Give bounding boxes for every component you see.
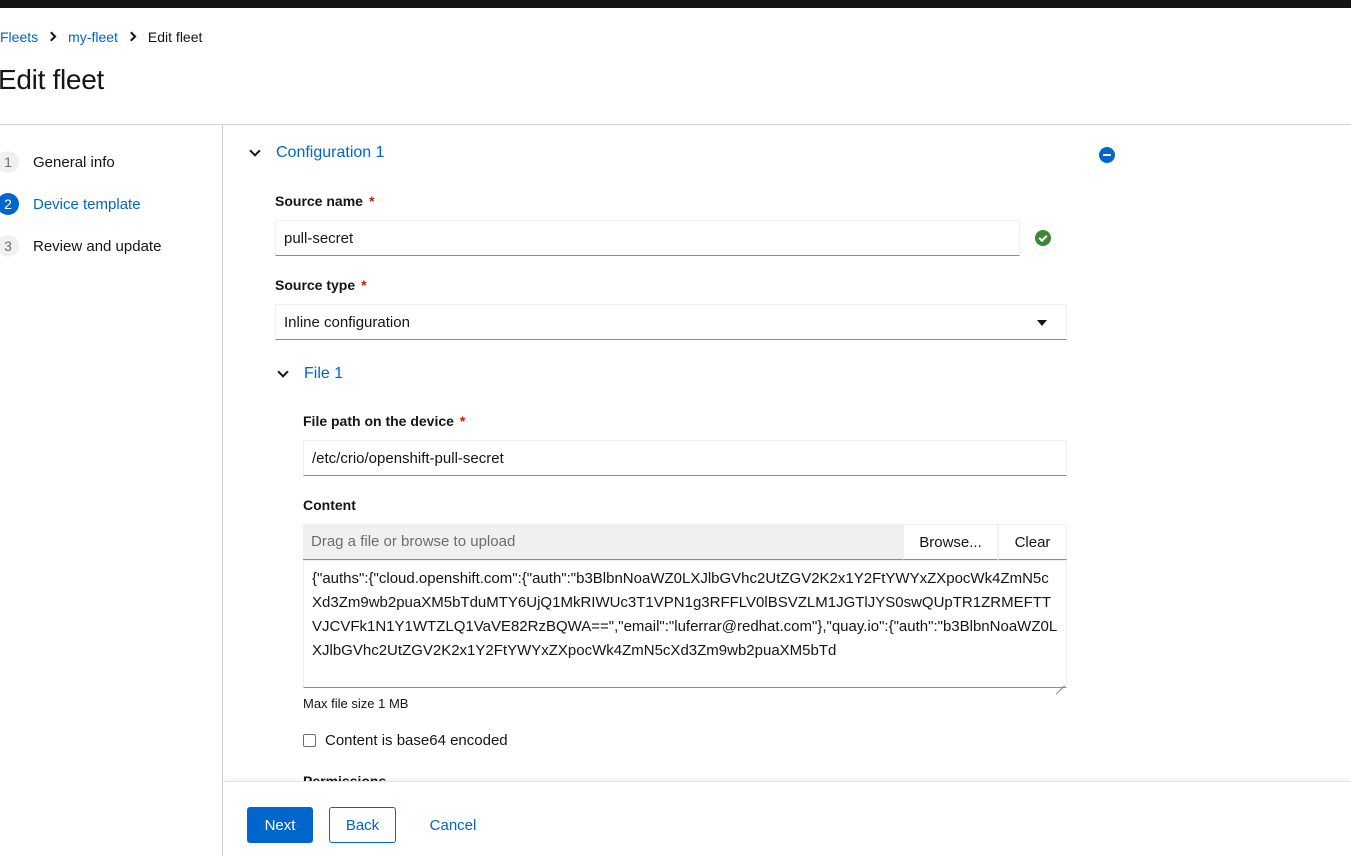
base64-checkbox-label[interactable]: Content is base64 encoded bbox=[325, 732, 508, 749]
browse-button[interactable]: Browse... bbox=[903, 524, 998, 560]
breadcrumb-link-fleets[interactable]: Fleets bbox=[0, 29, 38, 45]
breadcrumb-current: Edit fleet bbox=[147, 29, 203, 45]
source-type-value: Inline configuration bbox=[284, 313, 410, 331]
resize-handle-icon[interactable] bbox=[1055, 676, 1065, 686]
wizard-footer: Next Back Cancel bbox=[223, 781, 1351, 856]
step-number: 3 bbox=[0, 235, 19, 257]
base64-checkbox[interactable] bbox=[303, 734, 316, 747]
base64-checkbox-row: Content is base64 encoded bbox=[303, 732, 508, 749]
source-name-label: Source name * bbox=[275, 193, 375, 209]
breadcrumb-link-my-fleet[interactable]: my-fleet bbox=[68, 29, 118, 45]
file-toggle[interactable]: File 1 bbox=[276, 365, 343, 383]
source-type-select[interactable]: Inline configuration bbox=[275, 304, 1067, 340]
page-title: Edit fleet bbox=[0, 64, 104, 95]
content-label: Content bbox=[303, 497, 356, 513]
masthead-strip bbox=[0, 0, 1351, 8]
configuration-title: Configuration 1 bbox=[276, 144, 385, 161]
step-label: Device template bbox=[33, 195, 141, 213]
back-button[interactable]: Back bbox=[329, 807, 396, 843]
content-textarea[interactable]: {"auths":{"cloud.openshift.com":{"auth":… bbox=[303, 560, 1067, 688]
cancel-button[interactable]: Cancel bbox=[412, 807, 494, 843]
clear-button[interactable]: Clear bbox=[998, 524, 1067, 560]
step-label: Review and update bbox=[33, 237, 162, 255]
step-label: General info bbox=[33, 153, 115, 171]
max-file-size-helper: Max file size 1 MB bbox=[303, 696, 409, 711]
caret-down-icon bbox=[1037, 320, 1047, 326]
remove-configuration-icon[interactable] bbox=[1099, 147, 1115, 163]
wizard-step-device-template[interactable]: 2 Device template bbox=[0, 189, 141, 219]
file-path-input[interactable] bbox=[303, 440, 1067, 476]
chevron-right-icon bbox=[48, 32, 56, 42]
file-title: File 1 bbox=[304, 365, 344, 382]
configuration-toggle[interactable]: Configuration 1 bbox=[248, 144, 385, 162]
source-name-input[interactable] bbox=[275, 220, 1020, 256]
file-path-label: File path on the device * bbox=[303, 413, 466, 429]
chevron-right-icon bbox=[128, 32, 136, 42]
next-button[interactable]: Next bbox=[247, 807, 313, 843]
chevron-down-icon bbox=[276, 365, 290, 379]
step-number: 2 bbox=[0, 193, 19, 215]
wizard-step-general-info[interactable]: 1 General info bbox=[0, 147, 115, 177]
check-circle-icon bbox=[1035, 230, 1051, 246]
chevron-down-icon bbox=[248, 144, 262, 158]
wizard-main: Configuration 1 Source name* Source type… bbox=[223, 125, 1351, 781]
upload-drop-zone[interactable]: Drag a file or browse to upload bbox=[303, 524, 903, 560]
step-number: 1 bbox=[0, 151, 19, 173]
wizard-step-review-and-update[interactable]: 3 Review and update bbox=[0, 231, 161, 261]
breadcrumb: Fleets my-fleet Edit fleet bbox=[0, 29, 202, 45]
file-upload-bar: Drag a file or browse to upload Browse..… bbox=[303, 524, 1067, 560]
source-type-label: Source type * bbox=[275, 277, 367, 293]
permissions-label: Permissions bbox=[303, 773, 387, 781]
